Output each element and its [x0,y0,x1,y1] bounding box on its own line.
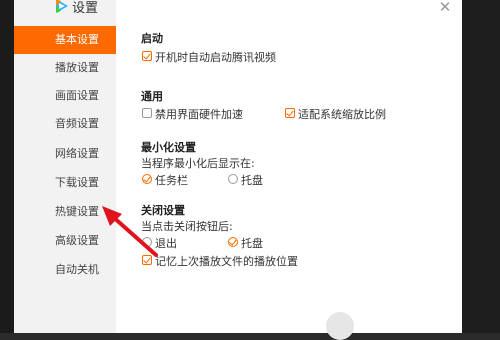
sidebar-item-advanced[interactable]: 高级设置 [14,227,116,255]
disable-hw-accel-checkbox[interactable] [142,108,152,118]
minimize-taskbar-label: 任务栏 [155,174,188,187]
sidebar-item-picture[interactable]: 画面设置 [14,82,116,110]
section-minimize-title: 最小化设置 [141,141,196,154]
remember-position-label: 记忆上次播放文件的播放位置 [155,255,298,268]
tencent-video-logo [56,0,68,13]
system-scale-checkbox[interactable] [285,108,295,118]
sidebar-item-audio[interactable]: 音频设置 [14,110,116,138]
app-title: 设置 [72,1,99,16]
close-tray-radio[interactable] [228,237,238,247]
system-scale-label: 适配系统缩放比例 [298,108,386,121]
disable-hw-accel-label: 禁用界面硬件加速 [155,108,243,121]
close-exit-radio[interactable] [142,237,152,247]
minimize-taskbar-radio[interactable] [142,174,152,184]
remember-position-checkbox[interactable] [142,255,152,265]
sidebar: 设置 基本设置 播放设置 画面设置 音频设置 网络设置 下载设置 热键设置 高级… [14,0,116,333]
close-exit-label: 退出 [155,237,177,250]
sidebar-item-basic[interactable]: 基本设置 [14,26,116,54]
sidebar-item-network[interactable]: 网络设置 [14,140,116,168]
background-right [462,0,500,333]
scroll-handle[interactable] [326,312,354,340]
autostart-checkbox[interactable] [142,51,152,61]
section-startup-title: 启动 [141,32,163,45]
background-left [0,0,14,333]
section-close-title: 关闭设置 [141,204,185,217]
close-icon[interactable]: ✕ [438,0,452,15]
minimize-prompt: 当程序最小化后显示在: [141,157,255,170]
sidebar-item-auto-shutdown[interactable]: 自动关机 [14,256,116,284]
sidebar-item-download[interactable]: 下载设置 [14,169,116,197]
sidebar-item-playback[interactable]: 播放设置 [14,54,116,82]
minimize-tray-label: 托盘 [241,174,263,187]
section-general-title: 通用 [141,90,163,103]
close-prompt: 当点击关闭按钮后: [141,220,233,233]
settings-dialog: 设置 基本设置 播放设置 画面设置 音频设置 网络设置 下载设置 热键设置 高级… [14,0,462,340]
sidebar-item-hotkey[interactable]: 热键设置 [14,198,116,226]
minimize-tray-radio[interactable] [228,174,238,184]
autostart-label: 开机时自动启动腾讯视频 [155,51,276,64]
close-tray-label: 托盘 [241,237,263,250]
